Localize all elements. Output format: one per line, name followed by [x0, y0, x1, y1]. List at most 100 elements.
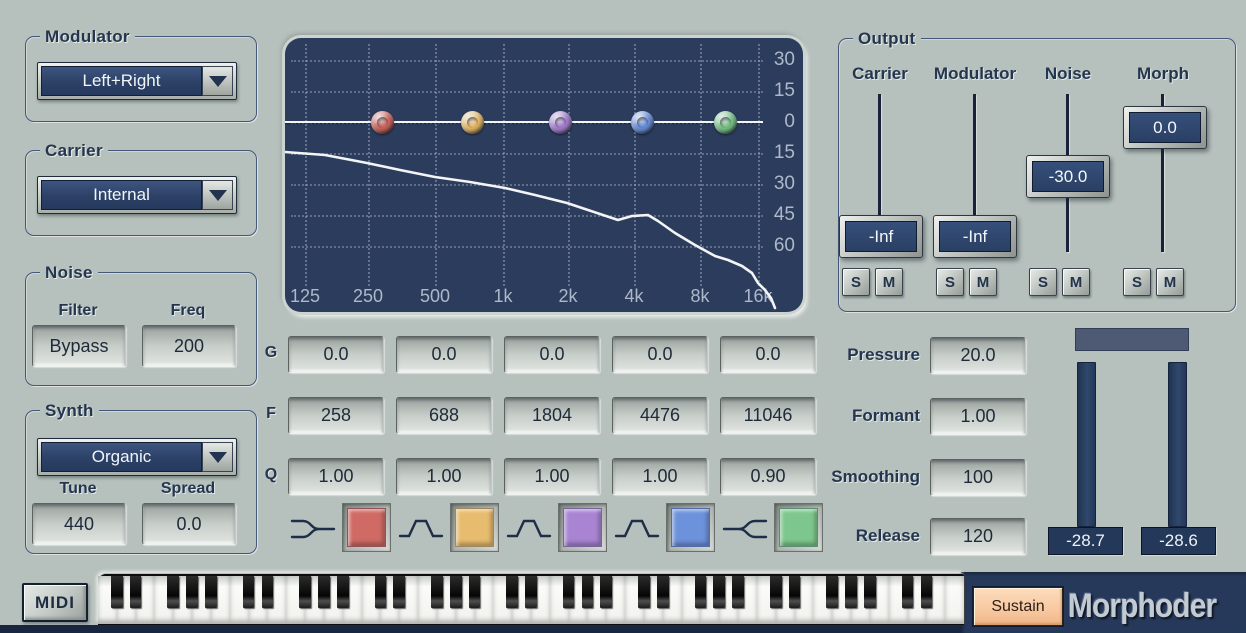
- noise-solo-button[interactable]: S: [1029, 268, 1057, 296]
- carrier-source-dropdown[interactable]: Internal: [37, 176, 237, 214]
- band2-gain-field[interactable]: 0.0: [396, 336, 492, 373]
- band3-filter-shape-icon: [506, 512, 552, 546]
- carrier-slider-handle[interactable]: -Inf: [839, 215, 923, 258]
- modulator-source-dropdown[interactable]: Left+Right: [37, 62, 237, 100]
- piano-key-black[interactable]: [506, 576, 518, 608]
- synth-spread-field[interactable]: 0.0: [142, 503, 236, 545]
- noise-freq-field[interactable]: 200: [142, 325, 236, 367]
- piano-key-black[interactable]: [657, 576, 669, 608]
- piano-key-black[interactable]: [845, 576, 857, 608]
- smoothing-field[interactable]: 100: [930, 459, 1026, 496]
- synth-type-dropdown[interactable]: Organic: [37, 438, 237, 476]
- piano-key-black[interactable]: [262, 576, 274, 608]
- piano-key-black[interactable]: [337, 576, 349, 608]
- modulator-mute-button[interactable]: M: [969, 268, 997, 296]
- output-morph-label: Morph: [1130, 64, 1196, 84]
- graph-gridline-v: [435, 44, 437, 286]
- morph-slider-handle[interactable]: 0.0: [1123, 106, 1207, 149]
- piano-key-black[interactable]: [600, 576, 612, 608]
- synth-dropdown-button[interactable]: [202, 442, 233, 472]
- output-carrier-label: Carrier: [843, 64, 917, 84]
- band1-q-field[interactable]: 1.00: [288, 458, 384, 495]
- noise-filter-field[interactable]: Bypass: [32, 325, 126, 367]
- piano-key-black[interactable]: [431, 576, 443, 608]
- synth-tune-field[interactable]: 440: [32, 503, 126, 545]
- band1-color-button[interactable]: [342, 503, 391, 552]
- piano-key-black[interactable]: [299, 576, 311, 608]
- band1-ball[interactable]: [371, 111, 394, 134]
- band3-color-swatch: [563, 508, 602, 547]
- graph-y-tick: 15: [761, 80, 795, 102]
- piano-key-black[interactable]: [130, 576, 142, 608]
- piano-key-black[interactable]: [525, 576, 537, 608]
- band2-freq-field[interactable]: 688: [396, 397, 492, 434]
- piano-key-black[interactable]: [713, 576, 725, 608]
- band3-color-button[interactable]: [558, 503, 607, 552]
- band2-q-field[interactable]: 1.00: [396, 458, 492, 495]
- sustain-button[interactable]: Sustain: [973, 587, 1063, 626]
- release-field[interactable]: 120: [930, 518, 1026, 555]
- right-level-meter: [1168, 362, 1187, 527]
- graph-gridline-v: [368, 44, 370, 286]
- modulator-slider-value: -Inf: [939, 221, 1011, 252]
- piano-key-black[interactable]: [732, 576, 744, 608]
- band2-ball[interactable]: [461, 111, 484, 134]
- piano-key-black[interactable]: [243, 576, 255, 608]
- modulator-dropdown-button[interactable]: [202, 66, 233, 96]
- piano-key-black[interactable]: [921, 576, 933, 608]
- band3-ball[interactable]: [549, 111, 572, 134]
- graph-x-tick: 8k: [674, 286, 726, 307]
- piano-key-black[interactable]: [186, 576, 198, 608]
- piano-key-black[interactable]: [111, 576, 123, 608]
- carrier-slider-value: -Inf: [845, 221, 917, 252]
- morphoder-logo: Morphoder: [1062, 586, 1222, 626]
- band4-freq-field[interactable]: 4476: [612, 397, 708, 434]
- piano-key-black[interactable]: [450, 576, 462, 608]
- band-freq-row-label: F: [262, 405, 280, 423]
- piano-key-black[interactable]: [318, 576, 330, 608]
- piano-key-black[interactable]: [393, 576, 405, 608]
- piano-key-black[interactable]: [638, 576, 650, 608]
- carrier-dropdown-button[interactable]: [202, 180, 233, 210]
- modulator-slider-handle[interactable]: -Inf: [933, 215, 1017, 258]
- morph-solo-button[interactable]: S: [1123, 268, 1151, 296]
- piano-key-black[interactable]: [789, 576, 801, 608]
- band3-q-field[interactable]: 1.00: [504, 458, 600, 495]
- piano-key-black[interactable]: [826, 576, 838, 608]
- band3-freq-field[interactable]: 1804: [504, 397, 600, 434]
- noise-slider-handle[interactable]: -30.0: [1026, 155, 1110, 198]
- band4-color-button[interactable]: [666, 503, 715, 552]
- noise-mute-button[interactable]: M: [1062, 268, 1090, 296]
- piano-key-black[interactable]: [864, 576, 876, 608]
- band4-ball[interactable]: [631, 111, 654, 134]
- pressure-field[interactable]: 20.0: [930, 337, 1026, 374]
- modulator-solo-button[interactable]: S: [936, 268, 964, 296]
- band2-color-button[interactable]: [450, 503, 499, 552]
- band3-gain-field[interactable]: 0.0: [504, 336, 600, 373]
- band1-freq-field[interactable]: 258: [288, 397, 384, 434]
- carrier-mute-button[interactable]: M: [875, 268, 903, 296]
- piano-key-black[interactable]: [582, 576, 594, 608]
- band4-q-field[interactable]: 1.00: [612, 458, 708, 495]
- piano-key-black[interactable]: [167, 576, 179, 608]
- piano-key-black[interactable]: [469, 576, 481, 608]
- piano-key-white[interactable]: [945, 576, 965, 624]
- band1-gain-field[interactable]: 0.0: [288, 336, 384, 373]
- graph-gridline-h: [291, 215, 763, 217]
- band5-ball[interactable]: [714, 111, 737, 134]
- band2-color-swatch: [455, 508, 494, 547]
- zero-db-line: [285, 121, 763, 123]
- band4-gain-field[interactable]: 0.0: [612, 336, 708, 373]
- graph-y-tick: 45: [761, 204, 795, 226]
- piano-key-black[interactable]: [695, 576, 707, 608]
- formant-field[interactable]: 1.00: [930, 398, 1026, 435]
- piano-key-black[interactable]: [770, 576, 782, 608]
- morph-mute-button[interactable]: M: [1156, 268, 1184, 296]
- piano-key-black[interactable]: [563, 576, 575, 608]
- modulator-source-value: Left+Right: [41, 66, 202, 96]
- carrier-solo-button[interactable]: S: [842, 268, 870, 296]
- piano-key-black[interactable]: [375, 576, 387, 608]
- midi-button[interactable]: MIDI: [22, 583, 88, 622]
- piano-key-black[interactable]: [902, 576, 914, 608]
- piano-key-black[interactable]: [205, 576, 217, 608]
